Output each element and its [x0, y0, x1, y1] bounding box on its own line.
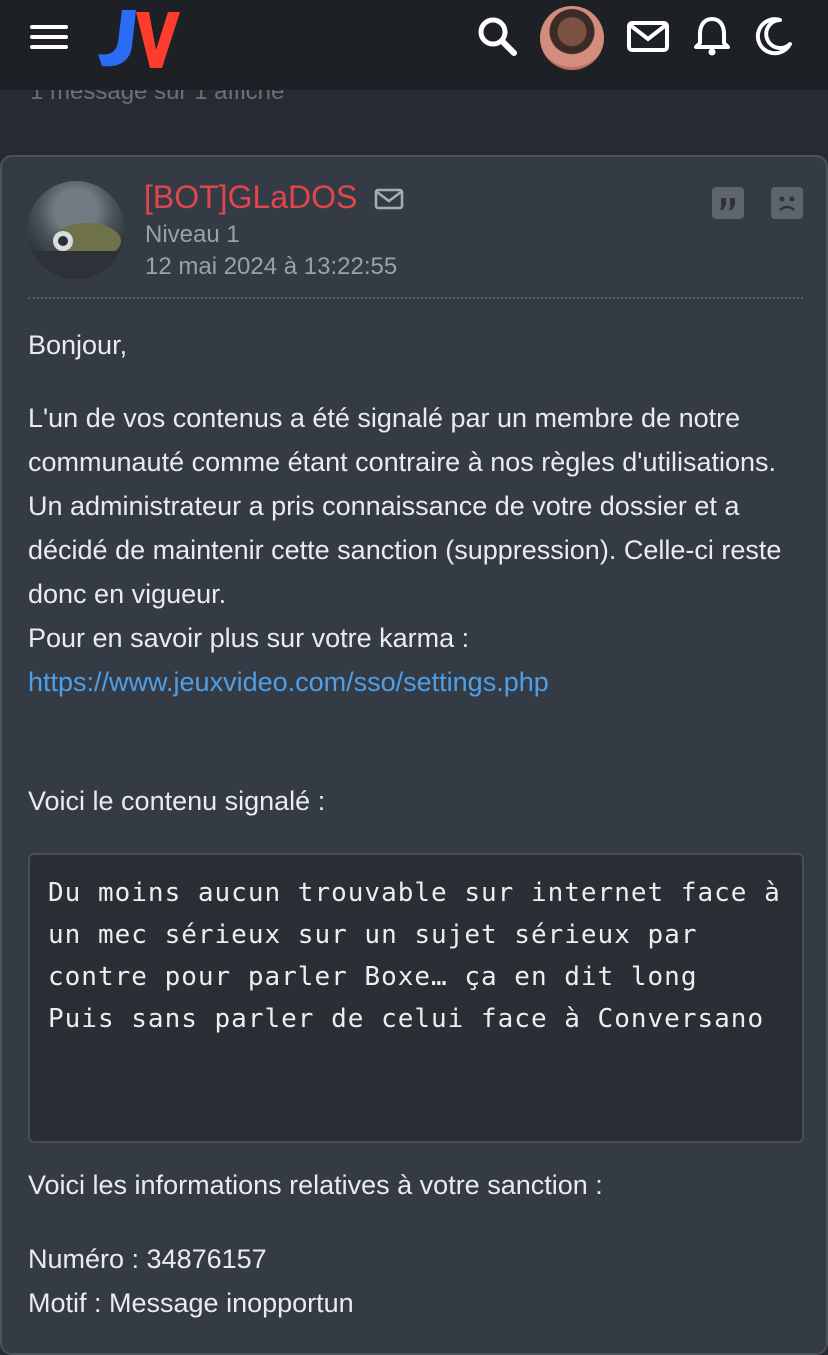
sanction-number: Numéro : 34876157 — [28, 1244, 267, 1274]
sad-face-icon — [779, 196, 795, 211]
moon-icon[interactable] — [752, 14, 796, 58]
sanction-intro: Voici les informations relatives à votre… — [28, 1170, 603, 1200]
reported-content-block: Du moins aucun trouvable sur internet fa… — [28, 853, 804, 1143]
bell-icon[interactable] — [690, 14, 734, 58]
header-divider — [28, 297, 803, 299]
user-avatar[interactable] — [540, 6, 604, 70]
reported-content-intro: Voici le contenu signalé : — [28, 786, 326, 816]
quote-icon — [720, 198, 735, 210]
message-paragraph: L'un de vos contenus a été signalé par u… — [28, 396, 803, 704]
message-line: Pour en savoir plus sur votre karma : — [28, 623, 470, 653]
message-card: [BOT]GLaDOS Niveau 1 12 mai 2024 à 13:22… — [0, 155, 828, 1355]
sanction-reason: Motif : Message inopportun — [28, 1288, 354, 1318]
report-button[interactable] — [771, 187, 803, 219]
message-line: Un administrateur a pris connaissance de… — [28, 491, 782, 609]
author-name[interactable]: [BOT]GLaDOS — [144, 179, 357, 216]
jv-logo[interactable] — [96, 6, 182, 70]
robot-eye-icon — [37, 223, 121, 279]
quote-button[interactable] — [712, 187, 744, 219]
author-avatar[interactable] — [27, 181, 125, 279]
post-date[interactable]: 12 mai 2024 à 13:22:55 — [145, 253, 397, 281]
message-line: L'un de vos contenus a été signalé par u… — [28, 403, 777, 477]
search-icon[interactable] — [475, 14, 519, 58]
mail-icon[interactable] — [626, 14, 670, 58]
top-navigation-bar — [0, 0, 828, 90]
menu-icon[interactable] — [30, 25, 70, 53]
send-private-message-icon[interactable] — [374, 187, 404, 211]
karma-settings-link[interactable]: https://www.jeuxvideo.com/sso/settings.p… — [28, 667, 549, 697]
author-level: Niveau 1 — [145, 221, 240, 248]
greeting-text: Bonjour, — [28, 330, 128, 360]
